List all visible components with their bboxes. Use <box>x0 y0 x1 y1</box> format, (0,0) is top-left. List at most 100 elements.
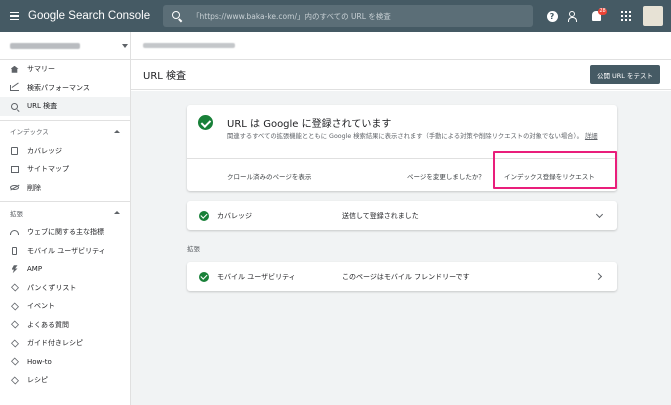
layers-icon <box>10 320 19 329</box>
page-header: URL 検査 公開 URL をテスト <box>131 60 671 90</box>
chevron-up-icon <box>114 211 120 214</box>
highlight-annotation <box>493 151 617 189</box>
sidebar-item-label: How-to <box>27 357 52 366</box>
menu-icon[interactable] <box>0 0 28 32</box>
sidebar-section-index[interactable]: インデックス <box>0 119 130 142</box>
doc-icon <box>10 146 19 155</box>
sidebar-section-enhancements[interactable]: 拡張 <box>0 201 130 223</box>
bolt-icon <box>10 265 19 274</box>
sidebar-item-mobile-usability[interactable]: モバイル ユーザビリティ <box>0 242 130 261</box>
sidebar-item-label: ウェブに関する主な指標 <box>27 228 104 237</box>
account-avatar[interactable] <box>643 6 663 26</box>
section-label: インデックス <box>10 128 49 136</box>
sidebar-item-core-web-vitals[interactable]: ウェブに関する主な指標 <box>0 223 130 242</box>
sidebar-item-faq[interactable]: よくある質問 <box>0 316 130 335</box>
layers-icon <box>10 376 19 385</box>
status-title: URL は Google に登録されています <box>227 119 392 130</box>
chevron-down-icon <box>122 43 128 48</box>
layers-icon <box>10 283 19 292</box>
sidebar-item-label: カバレッジ <box>27 146 62 155</box>
users-icon <box>568 10 580 22</box>
sidebar-item-recipes[interactable]: レシピ <box>0 371 130 390</box>
chevron-right-icon <box>594 272 603 281</box>
removal-icon <box>10 183 19 192</box>
sidebar-item-label: 削除 <box>27 183 41 192</box>
help-button[interactable]: ? <box>541 5 563 27</box>
coverage-label: カバレッジ <box>217 211 252 220</box>
home-icon <box>10 65 19 74</box>
phone-icon <box>10 246 19 255</box>
mobile-usability-value: このページはモバイル フレンドリーです <box>342 272 470 281</box>
sidebar-item-label: モバイル ユーザビリティ <box>27 246 106 255</box>
sidebar-index-nav: カバレッジ サイトマップ 削除 <box>0 142 130 198</box>
sidebar-item-label: レシピ <box>27 376 48 385</box>
apps-grid-icon <box>621 11 631 21</box>
users-button[interactable] <box>563 5 585 27</box>
search-icon <box>10 102 19 111</box>
index-status-card: URL は Google に登録されています 関連するすべての拡張機能とともに … <box>187 105 617 191</box>
sidebar-item-label: AMP <box>27 265 43 274</box>
check-circle-icon <box>199 271 209 282</box>
property-name-redacted <box>10 42 80 49</box>
chevron-up-icon <box>114 129 120 133</box>
sidebar-item-label: サイトマップ <box>27 165 69 174</box>
coverage-row[interactable]: カバレッジ 送信して登録されました <box>187 201 617 230</box>
enhancements-section-label: 拡張 <box>187 245 200 253</box>
check-circle-icon <box>198 115 213 130</box>
url-inspect-search-input[interactable]: 「https://www.baka-ke.com/」内のすべての URL を検査 <box>163 5 533 27</box>
trend-icon <box>10 83 19 92</box>
details-link[interactable]: 詳細 <box>585 133 598 140</box>
page-changed-question: ページを変更しましたか？ <box>407 173 485 181</box>
sidebar-item-label: ガイド付きレシピ <box>27 339 83 348</box>
inspection-results: URL は Google に登録されています 関連するすべての拡張機能とともに … <box>131 91 671 405</box>
sidebar-nav: サマリー 検索パフォーマンス URL 検査 <box>0 60 130 116</box>
sidebar-item-events[interactable]: イベント <box>0 297 130 316</box>
app-title[interactable]: Google Search Console <box>28 10 150 22</box>
coverage-value: 送信して登録されました <box>342 211 419 220</box>
inspected-url-redacted <box>143 43 235 48</box>
sidebar-item-guided-recipes[interactable]: ガイド付きレシピ <box>0 334 130 353</box>
sidebar-item-label: パンくずリスト <box>27 283 77 292</box>
sidebar-item-performance[interactable]: 検索パフォーマンス <box>0 79 130 98</box>
sidebar-item-removals[interactable]: 削除 <box>0 179 130 198</box>
sidebar-item-howto[interactable]: How-to <box>0 353 130 372</box>
apps-button[interactable] <box>615 5 637 27</box>
sidebar-enhancements-nav: ウェブに関する主な指標 モバイル ユーザビリティ AMP パンくずリスト イベン… <box>0 223 130 390</box>
inspected-url-breadcrumb <box>131 32 671 60</box>
notifications-button[interactable]: 28 <box>585 5 607 27</box>
section-label: 拡張 <box>10 209 23 218</box>
sidebar-item-label: イベント <box>27 302 55 311</box>
top-app-bar: Google Search Console 「https://www.baka-… <box>0 0 671 32</box>
search-icon <box>172 11 182 21</box>
property-selector[interactable] <box>0 32 130 60</box>
sidebar-item-url-inspection[interactable]: URL 検査 <box>0 97 130 116</box>
sidebar-item-breadcrumbs[interactable]: パンくずリスト <box>0 279 130 298</box>
sidebar-item-label: よくある質問 <box>27 320 69 329</box>
status-description: 関連するすべての拡張機能とともに Google 検索結果に表示されます（手動によ… <box>227 131 607 142</box>
sidebar: サマリー 検索パフォーマンス URL 検査 インデックス カバレッジ サイトマッ… <box>0 32 131 405</box>
sidebar-item-amp[interactable]: AMP <box>0 260 130 279</box>
page-title: URL 検査 <box>143 71 187 82</box>
search-placeholder: 「https://www.baka-ke.com/」内のすべての URL を検査 <box>192 11 391 21</box>
sidebar-item-coverage[interactable]: カバレッジ <box>0 142 130 161</box>
notifications-badge: 28 <box>598 8 607 15</box>
mobile-usability-row[interactable]: モバイル ユーザビリティ このページはモバイル フレンドリーです <box>187 262 617 291</box>
mobile-usability-label: モバイル ユーザビリティ <box>217 272 296 281</box>
chevron-down-icon <box>595 210 604 218</box>
layers-icon <box>10 339 19 348</box>
main-content: URL 検査 公開 URL をテスト URL は Google に登録されていま… <box>131 32 671 405</box>
sidebar-item-summary[interactable]: サマリー <box>0 60 130 79</box>
status-description-text: 関連するすべての拡張機能とともに Google 検索結果に表示されます（手動によ… <box>227 133 583 140</box>
sidebar-item-label: サマリー <box>27 65 55 74</box>
sitemap-icon <box>10 165 19 174</box>
check-circle-icon <box>199 210 209 221</box>
view-crawled-page-button[interactable]: クロール済みのページを表示 <box>227 171 311 181</box>
sidebar-item-label: 検索パフォーマンス <box>27 83 90 92</box>
layers-icon <box>10 357 19 366</box>
top-actions: ? 28 <box>541 0 671 32</box>
layers-icon <box>10 302 19 311</box>
sidebar-item-sitemaps[interactable]: サイトマップ <box>0 160 130 179</box>
gauge-icon <box>10 228 19 237</box>
sidebar-item-label: URL 検査 <box>27 102 58 111</box>
test-live-url-button[interactable]: 公開 URL をテスト <box>589 65 660 84</box>
